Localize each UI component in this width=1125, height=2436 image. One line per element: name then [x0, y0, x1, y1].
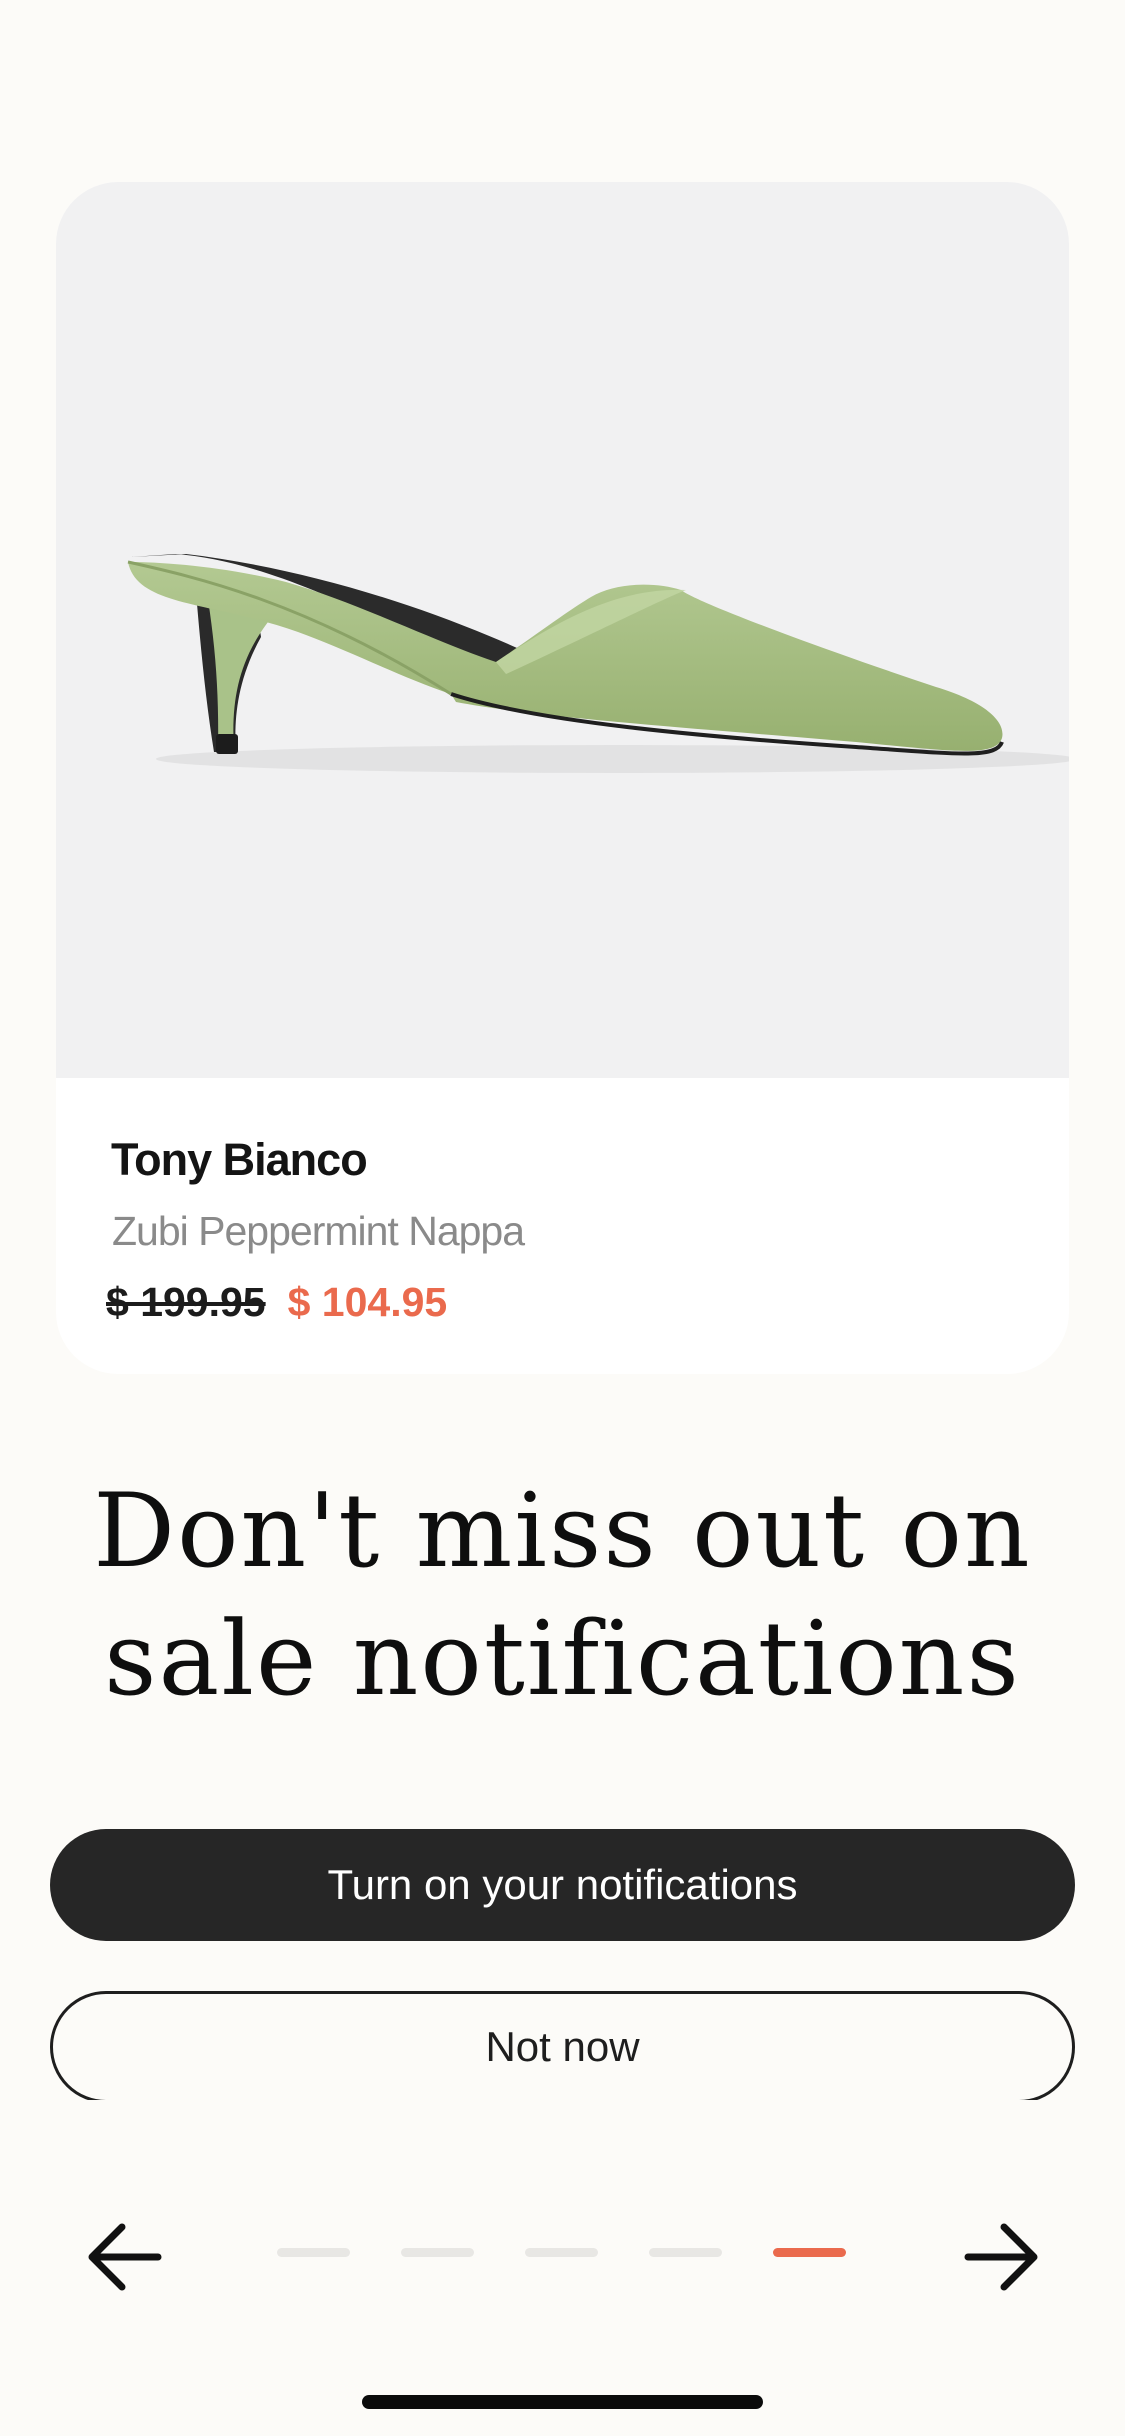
not-now-button[interactable]: Not now [50, 1991, 1075, 2103]
sale-price: $ 104.95 [287, 1278, 448, 1325]
page-dot [649, 2248, 722, 2257]
arrow-left-icon [88, 2223, 162, 2291]
price-row: $ 199.95 $ 104.95 [106, 1272, 447, 1332]
original-price: $ 199.95 [106, 1278, 266, 1325]
product-brand: Tony Bianco [111, 1134, 368, 1185]
next-button[interactable] [958, 2215, 1042, 2299]
button-fade [0, 2100, 1125, 2140]
page-dot [277, 2248, 350, 2257]
page-dot-active [773, 2248, 846, 2257]
product-name: Zubi Peppermint Nappa [112, 1208, 525, 1254]
product-card: Tony Bianco Zubi Peppermint Nappa $ 199.… [56, 182, 1069, 1374]
turn-on-notifications-button[interactable]: Turn on your notifications [50, 1829, 1075, 1941]
page-dot [525, 2248, 598, 2257]
home-indicator [362, 2395, 763, 2409]
arrow-right-icon [964, 2223, 1038, 2291]
page-indicator [277, 2248, 846, 2257]
page-headline: Don't miss out on sale notifications [0, 1468, 1125, 1724]
product-image [56, 182, 1069, 1078]
shoe-icon [127, 554, 1069, 773]
back-button[interactable] [84, 2215, 168, 2299]
headline-line-1: Don't miss out on [93, 1472, 1032, 1591]
page-dot [401, 2248, 474, 2257]
headline-line-2: sale notifications [104, 1600, 1021, 1719]
